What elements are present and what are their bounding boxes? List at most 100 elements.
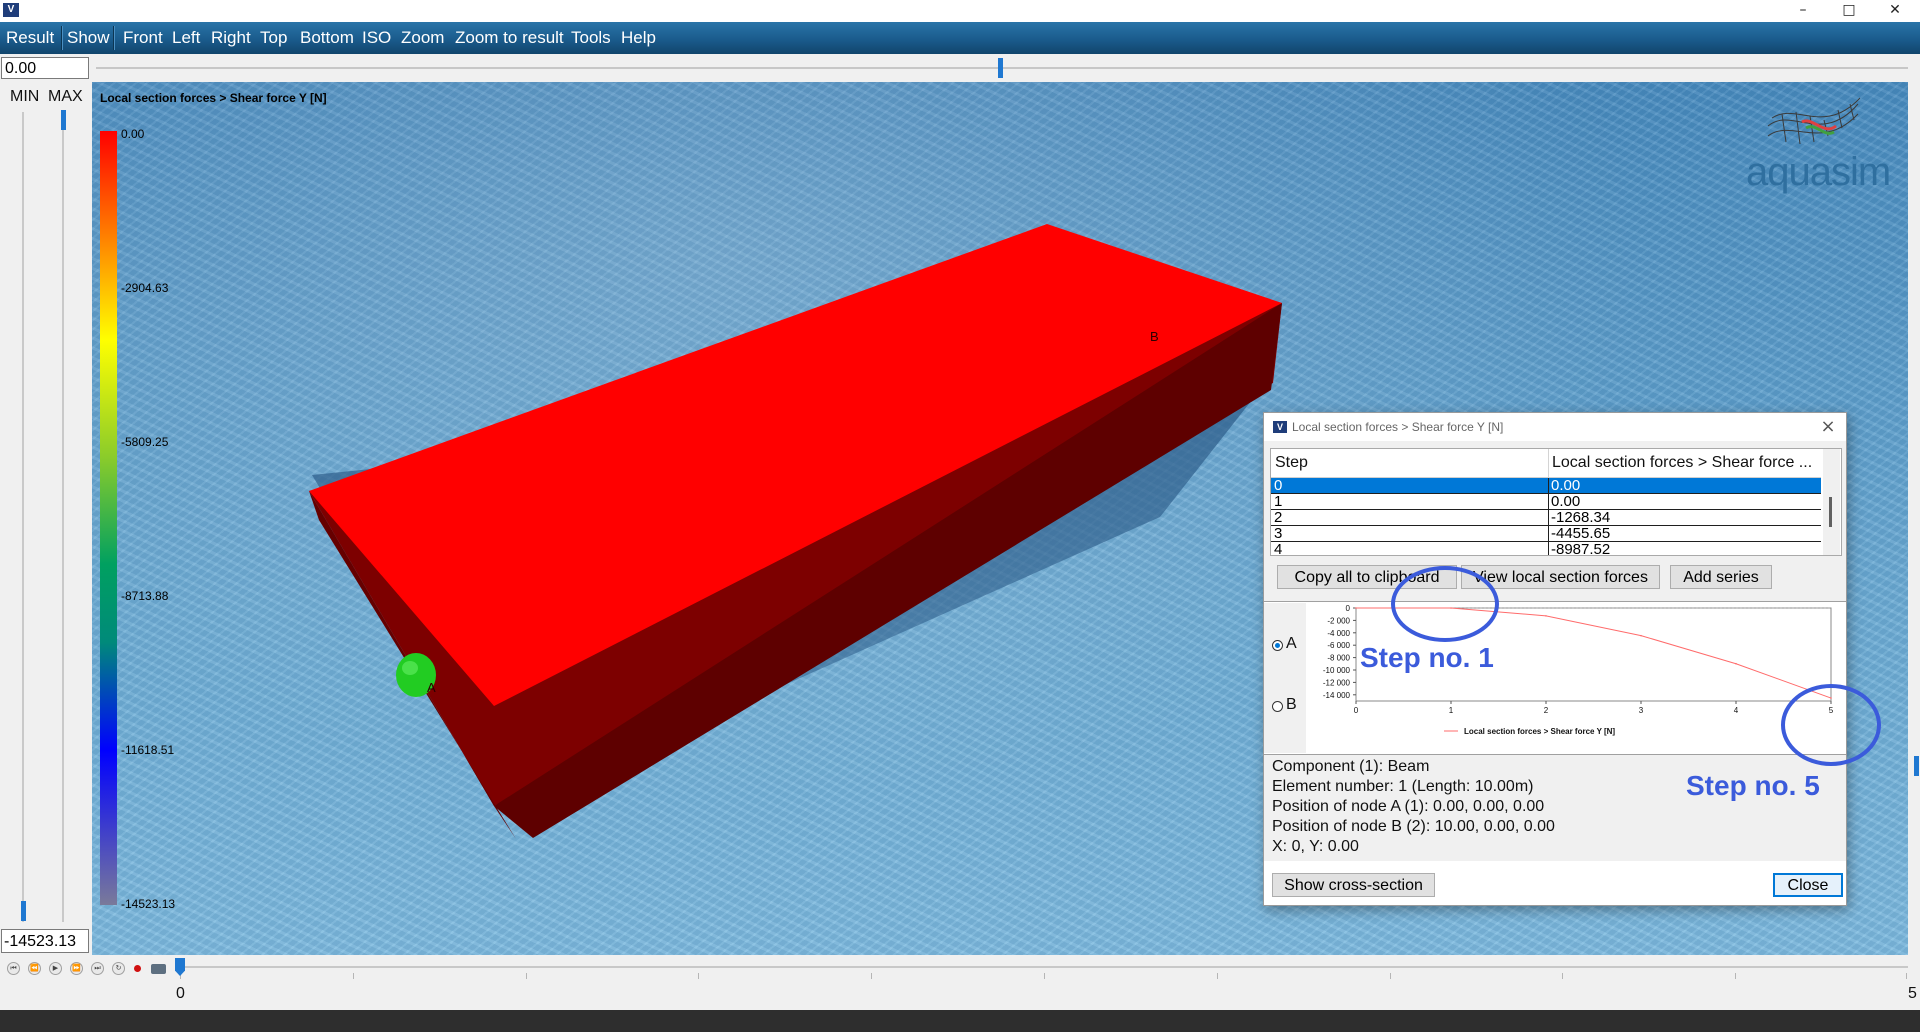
dialog-title: Local section forces > Shear force Y [N] (1292, 420, 1504, 434)
timeline-track[interactable] (180, 966, 1908, 968)
table-cell-step: 1 (1274, 493, 1283, 510)
aquasim-app-icon: V (3, 3, 19, 17)
node-a-label: A (427, 680, 436, 695)
legend-label: -8713.88 (121, 589, 169, 603)
legend-entry: Local section forces > Shear force Y [N] (1464, 727, 1615, 736)
prev-icon[interactable]: ⏪ (28, 962, 41, 975)
results-table: Step Local section forces > Shear force … (1270, 448, 1842, 556)
radio-node-a[interactable] (1272, 640, 1283, 651)
table-cell-step: 2 (1274, 509, 1283, 526)
timeline-tick (353, 973, 354, 979)
y-tick-label: 0 (1346, 604, 1351, 613)
x-tick-label: 3 (1639, 706, 1644, 715)
right-slider-strip (1908, 82, 1920, 955)
close-window-icon[interactable]: ✕ (1872, 0, 1918, 22)
table-scrollbar-thumb[interactable] (1829, 497, 1832, 527)
table-row[interactable]: 1 0.00 (1271, 494, 1821, 510)
next-icon[interactable]: ⏩ (70, 962, 83, 975)
camera-icon[interactable] (151, 964, 166, 974)
color-scale-bar (100, 131, 117, 905)
timeline-tick (871, 973, 872, 979)
menu-result[interactable]: Result (6, 28, 54, 48)
menu-tools[interactable]: Tools (571, 28, 611, 48)
cell-separator (1548, 494, 1549, 509)
x-tick-label: 1 (1449, 706, 1454, 715)
legend-label: -14523.13 (121, 897, 176, 911)
cell-separator (1548, 510, 1549, 525)
aquasim-app-icon: V (1273, 421, 1287, 433)
right-slider-thumb[interactable] (1914, 756, 1919, 776)
menu-left[interactable]: Left (172, 28, 200, 48)
column-header-step[interactable]: Step (1275, 454, 1308, 472)
min-slider-track[interactable] (22, 112, 24, 922)
timeline-tick (1044, 973, 1045, 979)
table-cell-step: 4 (1274, 541, 1283, 556)
info-node-a-position: Position of node A (1): 0.00, 0.00, 0.00 (1272, 798, 1545, 815)
aquasim-logo-text: aquasim (1746, 150, 1891, 194)
menu-separator (113, 26, 115, 50)
y-tick-label: -12 000 (1323, 678, 1351, 687)
annotation-step1: Step no. 1 (1360, 642, 1494, 673)
table-cell-value: -4455.65 (1551, 525, 1611, 542)
max-slider-thumb[interactable] (61, 110, 66, 130)
timeline-tick (698, 973, 699, 979)
info-cursor-xy: X: 0, Y: 0.00 (1272, 838, 1359, 855)
step-value-input[interactable]: 0.00 (1, 57, 89, 79)
y-tick-label: -8 000 (1327, 654, 1350, 663)
add-series-button[interactable]: Add series (1670, 565, 1772, 589)
minimize-icon[interactable]: – (1780, 0, 1826, 22)
cell-separator (1548, 478, 1549, 493)
loop-icon[interactable]: ↻ (112, 962, 125, 975)
column-separator (1548, 449, 1549, 477)
cell-separator (1548, 526, 1549, 541)
y-tick-label: -14 000 (1323, 691, 1351, 700)
table-cell-step: 3 (1274, 525, 1283, 542)
table-row[interactable]: 2 -1268.34 (1271, 510, 1821, 526)
menu-bar: Result Show Front Left Right Top Bottom … (0, 22, 1920, 54)
menu-iso[interactable]: ISO (362, 28, 391, 48)
last-icon[interactable]: ⏭ (91, 962, 104, 975)
min-slider-thumb[interactable] (21, 901, 26, 921)
menu-right[interactable]: Right (211, 28, 251, 48)
min-value-input[interactable]: -14523.13 (1, 929, 89, 953)
column-header-force[interactable]: Local section forces > Shear force ... (1552, 454, 1812, 472)
legend-label: 0.00 (121, 127, 145, 141)
annotation-circle-step1 (1391, 566, 1499, 642)
close-button[interactable]: Close (1773, 873, 1843, 897)
menu-zoom-to-result[interactable]: Zoom to result (455, 28, 564, 48)
first-icon[interactable]: ⏮ (7, 962, 20, 975)
dialog-close-icon[interactable]: × (1816, 415, 1840, 439)
timeline-start-label: 0 (176, 985, 185, 1002)
max-slider-track[interactable] (62, 112, 64, 922)
table-row[interactable]: 3 -4455.65 (1271, 526, 1821, 542)
taskbar-strip (0, 1010, 1920, 1032)
play-icon[interactable]: ▶ (49, 962, 62, 975)
y-tick-label: -2 000 (1327, 616, 1350, 625)
show-cross-section-button[interactable]: Show cross-section (1272, 873, 1435, 897)
data-point (1355, 607, 1357, 609)
menu-zoom[interactable]: Zoom (401, 28, 444, 48)
menu-help[interactable]: Help (621, 28, 656, 48)
node-selector: A B (1264, 603, 1306, 753)
legend-label: -11618.51 (121, 743, 175, 757)
menu-bottom[interactable]: Bottom (300, 28, 354, 48)
step-slider-thumb[interactable] (998, 58, 1003, 78)
cell-separator (1548, 542, 1549, 555)
menu-front[interactable]: Front (123, 28, 163, 48)
timeline-tick (1735, 973, 1736, 979)
dialog-title-bar: V Local section forces > Shear force Y [… (1264, 413, 1846, 441)
table-header: Step Local section forces > Shear force … (1271, 449, 1821, 478)
table-row[interactable]: 4 -8987.52 (1271, 541, 1821, 556)
info-element-number: Element number: 1 (Length: 10.00m) (1272, 778, 1534, 795)
x-tick-label: 0 (1354, 706, 1359, 715)
timeline-tick (526, 973, 527, 979)
menu-show[interactable]: Show (67, 28, 110, 48)
menu-top[interactable]: Top (260, 28, 287, 48)
record-icon[interactable] (134, 965, 141, 972)
radio-node-b[interactable] (1272, 701, 1283, 712)
chart-area: 0 -2 000 -4 000 -6 000 -8 000 -10 000 -12 000 -… (1264, 601, 1846, 755)
table-row[interactable]: 0 0.00 (1271, 478, 1821, 494)
annotation-step5: Step no. 5 (1686, 770, 1820, 801)
x-tick-label: 4 (1734, 706, 1739, 715)
restore-icon[interactable]: □ (1826, 0, 1872, 22)
